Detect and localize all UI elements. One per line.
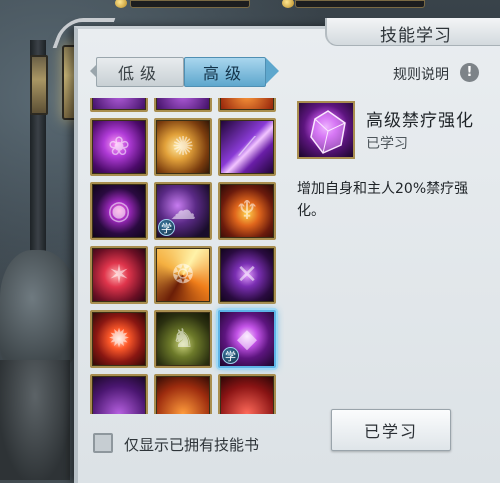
skill-slot-peek-fire[interactable] xyxy=(218,98,276,112)
currency-bar xyxy=(130,0,250,8)
skill-slot-fire-demon[interactable]: ♆ xyxy=(218,182,276,240)
skill-slot-orange-swirl[interactable]: ❂ xyxy=(154,246,212,304)
skill-slot-red-burst[interactable]: ✹ xyxy=(90,310,148,368)
skill-art-icon: ✹ xyxy=(108,324,130,354)
rock xyxy=(0,250,80,370)
skill-art-icon: ❀ xyxy=(108,132,130,162)
skill-art-icon: ✺ xyxy=(172,132,194,162)
skill-slot-dark-orb[interactable]: ◉ xyxy=(90,182,148,240)
skill-slot-purple-dragon[interactable]: ❀ xyxy=(90,118,148,176)
skill-art-icon: ◉ xyxy=(107,196,131,226)
owned-only-checkbox[interactable] xyxy=(93,433,113,453)
skill-slot-peek-purple[interactable] xyxy=(154,98,212,112)
lantern xyxy=(30,55,48,115)
skill-slot-crystal[interactable]: ◆ 学 xyxy=(218,310,276,368)
learned-button[interactable]: 已学习 xyxy=(331,409,451,451)
tab-high-level[interactable]: 高级 xyxy=(184,57,266,87)
help-icon[interactable]: ! xyxy=(460,63,479,82)
skill-slot-gold-beam[interactable]: ✺ xyxy=(154,118,212,176)
skill-description: 增加自身和主人20%禁疗强化。 xyxy=(297,181,469,219)
skill-art-icon: ❂ xyxy=(172,260,194,290)
skill-art-icon xyxy=(92,98,146,110)
skill-slot-red-claw[interactable]: ✶ xyxy=(90,246,148,304)
skill-slot-blue-smoke[interactable]: ☁ 学 xyxy=(154,182,212,240)
window-title: 技能学习 xyxy=(380,26,452,46)
learned-badge: 学 xyxy=(222,347,239,364)
skill-art-icon xyxy=(92,376,146,414)
skill-art-icon: ⟋ xyxy=(237,131,257,162)
skill-status: 已学习 xyxy=(366,136,408,152)
skill-grid[interactable]: ❀ ✺ ⟋ ◉ ☁ 学 ♆ ✶ ❂ ✕ ✹ ♞ ◆ 学 xyxy=(84,98,284,414)
skill-art-icon: ✕ xyxy=(236,260,258,290)
tab-right-arrow-icon xyxy=(266,58,279,84)
skill-art-icon: ✶ xyxy=(108,260,130,290)
skill-slot-green-beast[interactable]: ♞ xyxy=(154,310,212,368)
currency-bar xyxy=(295,0,425,8)
skill-slot-peek-fire[interactable] xyxy=(154,374,212,414)
rock xyxy=(0,360,70,480)
tab-low-level[interactable]: 低级 xyxy=(96,57,184,87)
rules-link[interactable]: 规则说明 xyxy=(393,64,449,84)
skill-name: 高级禁疗强化 xyxy=(366,111,474,131)
skill-slot-peek-purple[interactable] xyxy=(90,374,148,414)
skill-slot-violet-slash[interactable]: ⟋ xyxy=(218,118,276,176)
skill-art-icon: ♞ xyxy=(171,324,195,354)
learned-badge: 学 xyxy=(158,219,175,236)
skill-art-icon xyxy=(156,376,210,414)
selected-skill-icon xyxy=(297,101,355,159)
skill-art-icon xyxy=(220,376,274,414)
skill-slot-peek-red[interactable] xyxy=(218,374,276,414)
skill-slot-purple-x[interactable]: ✕ xyxy=(218,246,276,304)
skill-art-icon xyxy=(220,98,274,110)
owned-only-label[interactable]: 仅显示已拥有技能书 xyxy=(124,434,259,455)
skill-slot-peek-purple[interactable] xyxy=(90,98,148,112)
skill-art-icon xyxy=(156,98,210,110)
skill-art-icon: ♆ xyxy=(235,196,259,226)
